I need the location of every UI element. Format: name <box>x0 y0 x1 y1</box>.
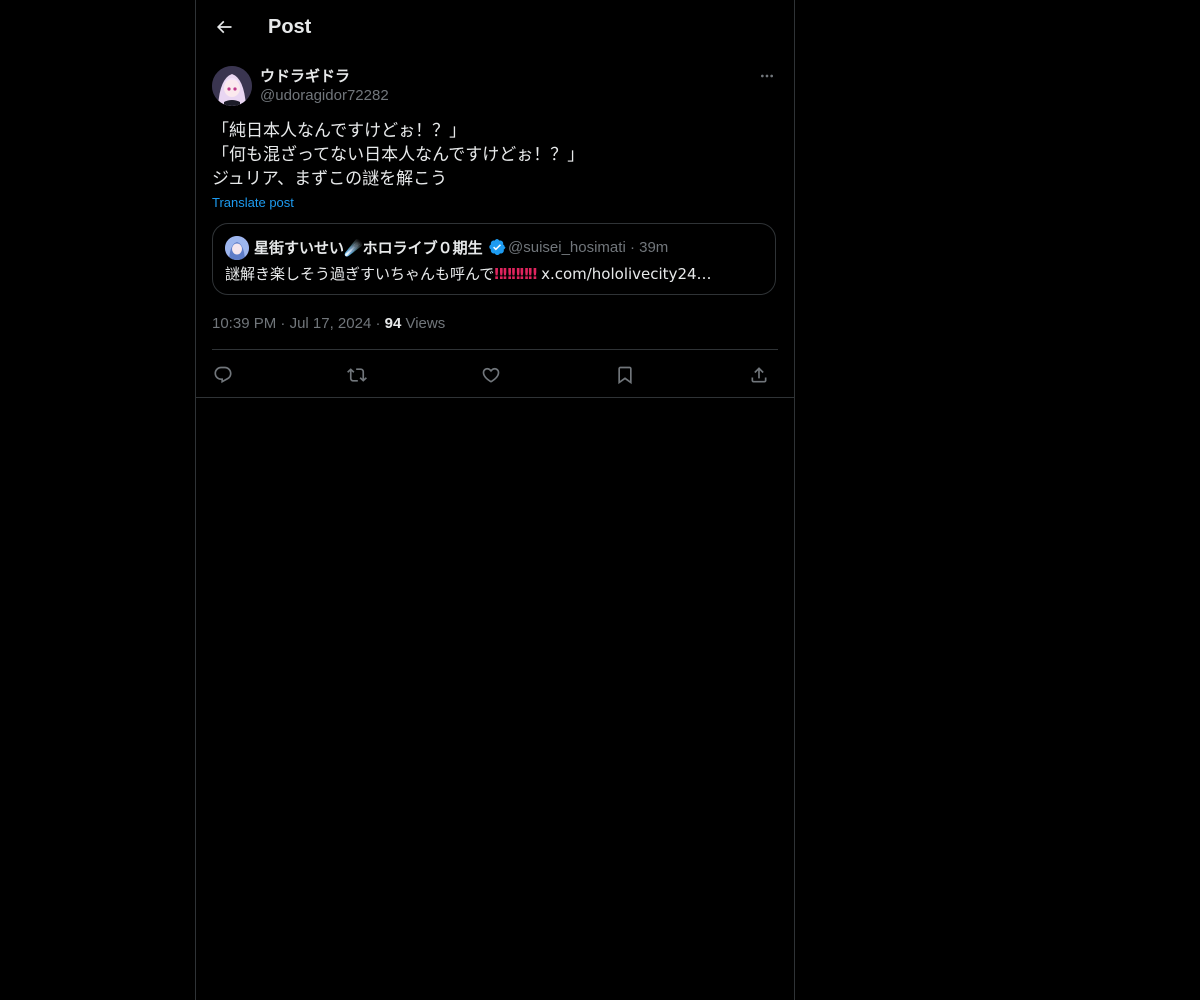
quoted-post[interactable]: 星街すいせい☄️ホロライブ０期生 @suisei_hosimati · 39m … <box>212 223 776 295</box>
share-icon <box>749 365 769 385</box>
meta-separator: · <box>629 239 635 256</box>
quoted-post-text: 謎解き楽しそう過ぎすいちゃんも呼んで‼‼‼‼‼ x.com/hololiveci… <box>225 264 765 284</box>
double-exclamation-emoji: ‼‼‼‼‼ <box>494 265 537 283</box>
post-meta: 10:39 PM · Jul 17, 2024 · 94 Views <box>212 314 445 334</box>
post-time[interactable]: 10:39 PM <box>212 315 276 332</box>
quoted-author-name: 星街すいせい☄️ホロライブ０期生 <box>254 237 506 259</box>
quoted-post-meta: @suisei_hosimati · 39m <box>508 238 668 258</box>
like-icon <box>481 365 501 385</box>
meta-separator: · <box>371 315 385 332</box>
repost-button[interactable] <box>344 362 370 388</box>
author-name[interactable]: ウドラギドラ <box>260 66 350 86</box>
post-author: ウドラギドラ @udoragidor72282 <box>212 64 778 108</box>
post-date[interactable]: Jul 17, 2024 <box>290 315 372 332</box>
reply-icon <box>213 365 233 385</box>
quoted-author-avatar <box>225 236 249 260</box>
post-actions <box>212 360 778 388</box>
main-column: Post ウドラギドラ @udoragidor72282 「純日本人なんですけど… <box>195 0 795 1000</box>
author-avatar[interactable] <box>212 66 252 106</box>
post-text-line: ジュリア、まずこの謎を解こう <box>212 169 448 189</box>
quoted-text-body: 謎解き楽しそう過ぎすいちゃんも呼んで <box>225 265 495 283</box>
bookmark-icon <box>615 365 635 385</box>
bookmark-button[interactable] <box>612 362 638 388</box>
views-count: 94 <box>384 315 402 332</box>
back-button[interactable] <box>210 13 238 41</box>
share-button[interactable] <box>746 362 772 388</box>
page-title: Post <box>268 16 312 38</box>
more-options-button[interactable] <box>756 66 778 86</box>
post-text-line: 「純日本人なんですけどぉ！？」 <box>212 121 467 141</box>
repost-icon <box>347 365 367 385</box>
quoted-post-link[interactable]: x.com/hololivecity24… <box>536 265 711 283</box>
arrow-left-icon <box>214 17 234 37</box>
post-text: 「純日本人なんですけどぉ！？」 「何も混ざってない日本人なんですけどぉ！？」 ジ… <box>212 119 778 191</box>
views-label: Views <box>401 315 446 332</box>
translate-post-link[interactable]: Translate post <box>212 194 294 212</box>
post-text-line: 「何も混ざってない日本人なんですけどぉ！？」 <box>212 145 585 165</box>
quoted-post-time: 39m <box>639 239 669 256</box>
verified-badge-icon <box>488 238 506 256</box>
meta-separator: · <box>276 315 290 332</box>
divider <box>196 397 794 398</box>
like-button[interactable] <box>478 362 504 388</box>
quoted-author-name-text: 星街すいせい☄️ホロライブ０期生 <box>254 239 483 257</box>
divider <box>212 349 778 350</box>
page-header: Post <box>196 0 794 53</box>
more-horizontal-icon <box>759 68 775 84</box>
quoted-author-handle: @suisei_hosimati <box>508 239 626 256</box>
author-handle[interactable]: @udoragidor72282 <box>260 86 389 106</box>
reply-button[interactable] <box>210 362 236 388</box>
